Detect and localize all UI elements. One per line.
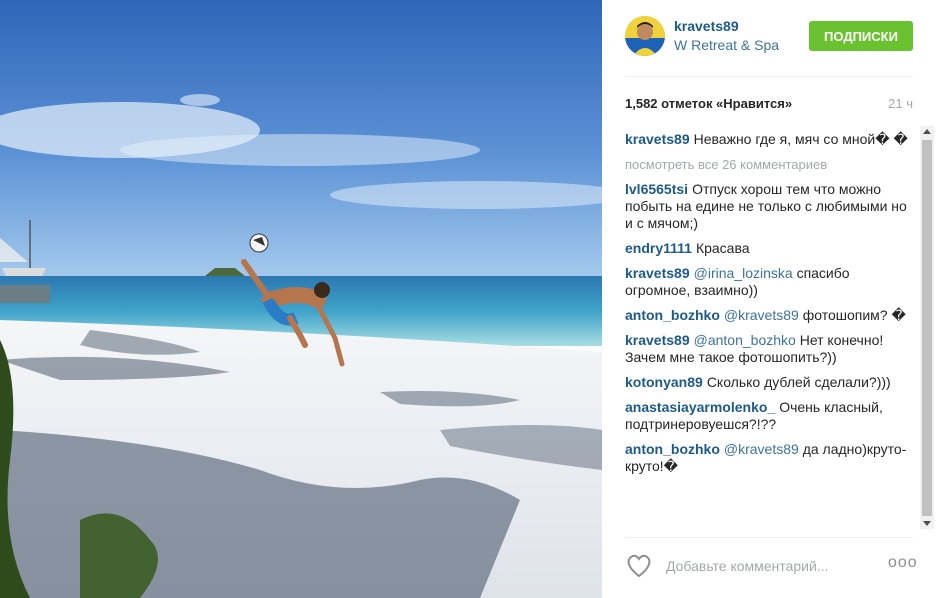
divider <box>625 76 913 77</box>
likes-count[interactable]: 1,582 отметок «Нравится» <box>625 96 792 111</box>
comment-item: endry1111 Красава <box>625 240 913 257</box>
comment-item: anton_bozhko @kravets89 да ладно)круто-кр… <box>625 441 913 475</box>
comment-mention[interactable]: @anton_bozhko <box>694 332 796 348</box>
comments-scrollbar[interactable] <box>920 126 934 529</box>
scrollbar-thumb[interactable] <box>922 140 932 516</box>
comment-mention[interactable]: @kravets89 <box>724 307 799 323</box>
comment-author[interactable]: kravets89 <box>625 332 690 348</box>
scroll-up-arrow-icon[interactable] <box>923 129 931 134</box>
comment-author[interactable]: kravets89 <box>625 265 690 281</box>
beach-photo-image <box>0 0 602 598</box>
comment-item: anastasiayarmolenko_ Очень класный, подтр… <box>625 399 913 433</box>
location-link[interactable]: W Retreat & Spa <box>674 37 792 53</box>
comment-item: kotonyan89 Сколько дублей сделали?))) <box>625 374 913 391</box>
comment-mention[interactable]: @kravets89 <box>724 441 799 457</box>
comment-item: lvl6565tsi Отпуск хорош тем что можно поб… <box>625 181 913 232</box>
post-time: 21 ч <box>888 96 913 111</box>
post-header: kravets89 W Retreat & Spa ПОДПИСКИ <box>602 0 936 76</box>
caption-comment: kravets89 Неважно где я, мяч со мной� � <box>625 131 913 148</box>
comment-author[interactable]: kotonyan89 <box>625 374 703 390</box>
comment-footer: ooo <box>602 538 936 598</box>
comment-item: anton_bozhko @kravets89 фотошопим? � <box>625 307 913 324</box>
comment-text: Красава <box>695 240 750 256</box>
comment-author[interactable]: anton_bozhko <box>625 307 720 323</box>
comment-item: kravets89 @irina_lozinska спасибо огромно… <box>625 265 913 299</box>
post-photo[interactable] <box>0 0 602 598</box>
scroll-down-arrow-icon[interactable] <box>923 521 931 526</box>
comment-author[interactable]: endry1111 <box>625 240 692 256</box>
comment-author[interactable]: anastasiayarmolenko_ <box>625 399 775 415</box>
comment-author[interactable]: anton_bozhko <box>625 441 720 457</box>
comment-text: Неважно где я, мяч со мной� � <box>693 131 908 147</box>
comment-author[interactable]: lvl6565tsi <box>625 181 688 197</box>
username-link[interactable]: kravets89 <box>674 18 739 34</box>
comment-item: kravets89 @anton_bozhko Нет конечно! Заче… <box>625 332 913 366</box>
more-options-icon[interactable]: ooo <box>888 554 917 574</box>
comment-text: Сколько дублей сделали?))) <box>706 374 891 390</box>
comment-author[interactable]: kravets89 <box>625 131 690 147</box>
comment-mention[interactable]: @irina_lozinska <box>694 265 793 281</box>
comments-list: kravets89 Неважно где я, мяч со мной� � п… <box>625 131 913 531</box>
post-sidebar: kravets89 W Retreat & Spa ПОДПИСКИ 1,582… <box>602 0 936 598</box>
comment-input[interactable] <box>664 555 878 577</box>
avatar-image <box>625 16 665 56</box>
avatar[interactable] <box>625 16 665 56</box>
view-all-comments-link[interactable]: посмотреть все 26 комментариев <box>625 156 913 173</box>
follow-button[interactable]: ПОДПИСКИ <box>809 21 913 51</box>
heart-icon[interactable] <box>625 552 653 578</box>
comment-text: фотошопим? � <box>802 307 906 323</box>
